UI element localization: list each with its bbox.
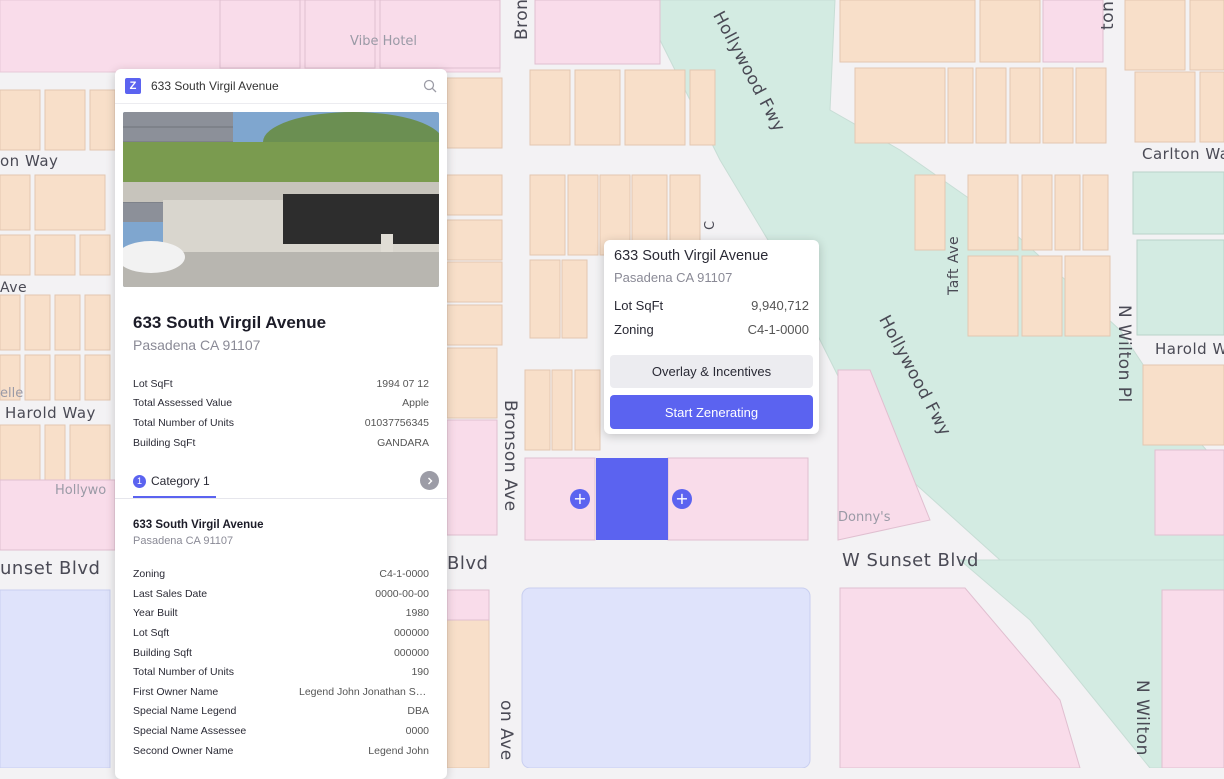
add-parcel-right-button[interactable]: + <box>672 489 692 509</box>
street-label: on Way <box>0 152 59 170</box>
poi-label: Donny's <box>838 510 891 525</box>
row-value: C4-1-0000 <box>379 568 429 581</box>
detail-row: Special Name Assessee 0000 <box>133 721 429 741</box>
row-label: Total Assessed Value <box>133 397 233 410</box>
street-label: on Ave <box>496 700 516 761</box>
detail-row: Special Name Legend DBA <box>133 702 429 722</box>
property-panel: Z 633 South Virgil Avenue 633 South Virg… <box>115 69 447 779</box>
row-label: Last Sales Date <box>133 587 208 600</box>
row-value: Legend John Jonathan Smith <box>299 685 429 698</box>
property-photo <box>123 112 439 287</box>
row-value: 01037756345 <box>364 416 429 429</box>
popup-title: 633 South Virgil Avenue <box>614 248 769 264</box>
row-label: Total Number of Units <box>133 416 234 429</box>
row-label: Special Name Legend <box>133 705 237 718</box>
section-title: 633 South Virgil Avenue <box>133 519 264 532</box>
row-label: Building SqFt <box>133 436 196 449</box>
row-label: Total Number of Units <box>133 666 234 679</box>
summary-row: Total Assessed Value Apple <box>133 394 429 414</box>
street-label: Bron <box>512 0 532 40</box>
parcel-popup: 633 South Virgil Avenue Pasadena CA 9110… <box>604 240 819 434</box>
next-tab-button[interactable] <box>420 471 439 491</box>
street-label: Ave <box>0 280 28 296</box>
street-label: Blvd <box>447 553 489 574</box>
poi-label: elle <box>0 386 24 401</box>
search-bar[interactable]: Z 633 South Virgil Avenue <box>115 69 447 104</box>
section-subtitle: Pasadena CA 91107 <box>133 535 234 548</box>
search-input[interactable]: 633 South Virgil Avenue <box>151 79 423 93</box>
row-value: GANDARA <box>377 436 429 449</box>
row-value: 9,940,712 <box>751 298 809 313</box>
start-zenerating-button[interactable]: Start Zenerating <box>610 395 813 429</box>
detail-row: Lot Sqft 000000 <box>133 623 429 643</box>
summary-list: Lot SqFt 1994 07 12 Total Assessed Value A… <box>133 374 429 452</box>
row-value: 0000-00-00 <box>375 587 429 600</box>
street-label: ton Pl <box>1098 0 1118 30</box>
row-value: 1994 07 12 <box>376 377 429 390</box>
row-value: 000000 <box>393 646 429 659</box>
street-label: unset Blvd <box>0 558 101 579</box>
street-label: Carlton Wa <box>1142 145 1224 163</box>
row-label: Year Built <box>133 607 178 620</box>
search-icon[interactable] <box>423 79 437 93</box>
row-label: Second Owner Name <box>133 744 234 757</box>
row-value: 0000 <box>405 724 429 737</box>
summary-row: Total Number of Units 01037756345 <box>133 413 429 433</box>
add-parcel-left-button[interactable]: + <box>570 489 590 509</box>
detail-row: Total Number of Units 190 <box>133 662 429 682</box>
detail-row: Second Owner Name Legend John <box>133 741 429 761</box>
row-label: Zoning <box>614 322 654 337</box>
street-label: N Wilton <box>1132 680 1152 756</box>
street-label: N Wilton Pl <box>1114 305 1134 403</box>
overlay-incentives-button[interactable]: Overlay & Incentives <box>610 355 813 388</box>
street-label: Bronson Ave <box>500 400 520 512</box>
tab-number-badge: 1 <box>133 474 146 488</box>
summary-row: Lot SqFt 1994 07 12 <box>133 374 429 394</box>
row-label: Building Sqft <box>133 646 192 659</box>
detail-row: First Owner Name Legend John Jonathan Smi… <box>133 682 429 702</box>
property-title: 633 South Virgil Avenue <box>133 313 327 332</box>
detail-row: Building Sqft 000000 <box>133 643 429 663</box>
row-label: Lot Sqft <box>133 626 170 639</box>
street-label: Harold Way <box>5 404 96 422</box>
tab-category-1[interactable]: 1 Category 1 <box>133 466 216 499</box>
row-value: Apple <box>402 397 429 410</box>
poi-label: Vibe Hotel <box>350 34 418 49</box>
detail-row: Year Built 1980 <box>133 604 429 624</box>
detail-row: Last Sales Date 0000-00-00 <box>133 584 429 604</box>
row-label: Lot SqFt <box>133 377 173 390</box>
street-label: W Sunset Blvd <box>842 550 979 571</box>
tab-label: Category 1 <box>151 474 210 489</box>
street-label: Harold W <box>1155 340 1224 358</box>
street-label: C <box>703 220 718 230</box>
category-tabs: 1 Category 1 <box>115 466 447 500</box>
row-label: Special Name Assessee <box>133 724 247 737</box>
row-value: Legend John <box>368 744 429 757</box>
row-label: Zoning <box>133 568 166 581</box>
street-label: Taft Ave <box>946 235 962 295</box>
row-value: 1980 <box>405 607 429 620</box>
row-value: C4-1-0000 <box>747 322 809 337</box>
row-label: Lot SqFt <box>614 298 664 313</box>
row-value: 190 <box>411 666 429 679</box>
row-value: DBA <box>407 705 429 718</box>
detail-row: Zoning C4-1-0000 <box>133 564 429 584</box>
popup-subtitle: Pasadena CA 91107 <box>614 270 733 285</box>
summary-row: Building SqFt GANDARA <box>133 433 429 453</box>
property-subtitle: Pasadena CA 91107 <box>133 337 261 353</box>
row-value: 000000 <box>393 626 429 639</box>
selected-parcel <box>596 458 668 540</box>
popup-row-zoning: Zoning C4-1-0000 <box>614 322 809 337</box>
poi-label: Hollywo <box>55 483 107 498</box>
popup-row-lot: Lot SqFt 9,940,712 <box>614 298 809 313</box>
chevron-right-icon <box>427 477 432 485</box>
row-label: First Owner Name <box>133 685 219 698</box>
app-logo: Z <box>125 78 141 94</box>
details-list: Zoning C4-1-0000 Last Sales Date 0000-00-0… <box>133 564 429 760</box>
